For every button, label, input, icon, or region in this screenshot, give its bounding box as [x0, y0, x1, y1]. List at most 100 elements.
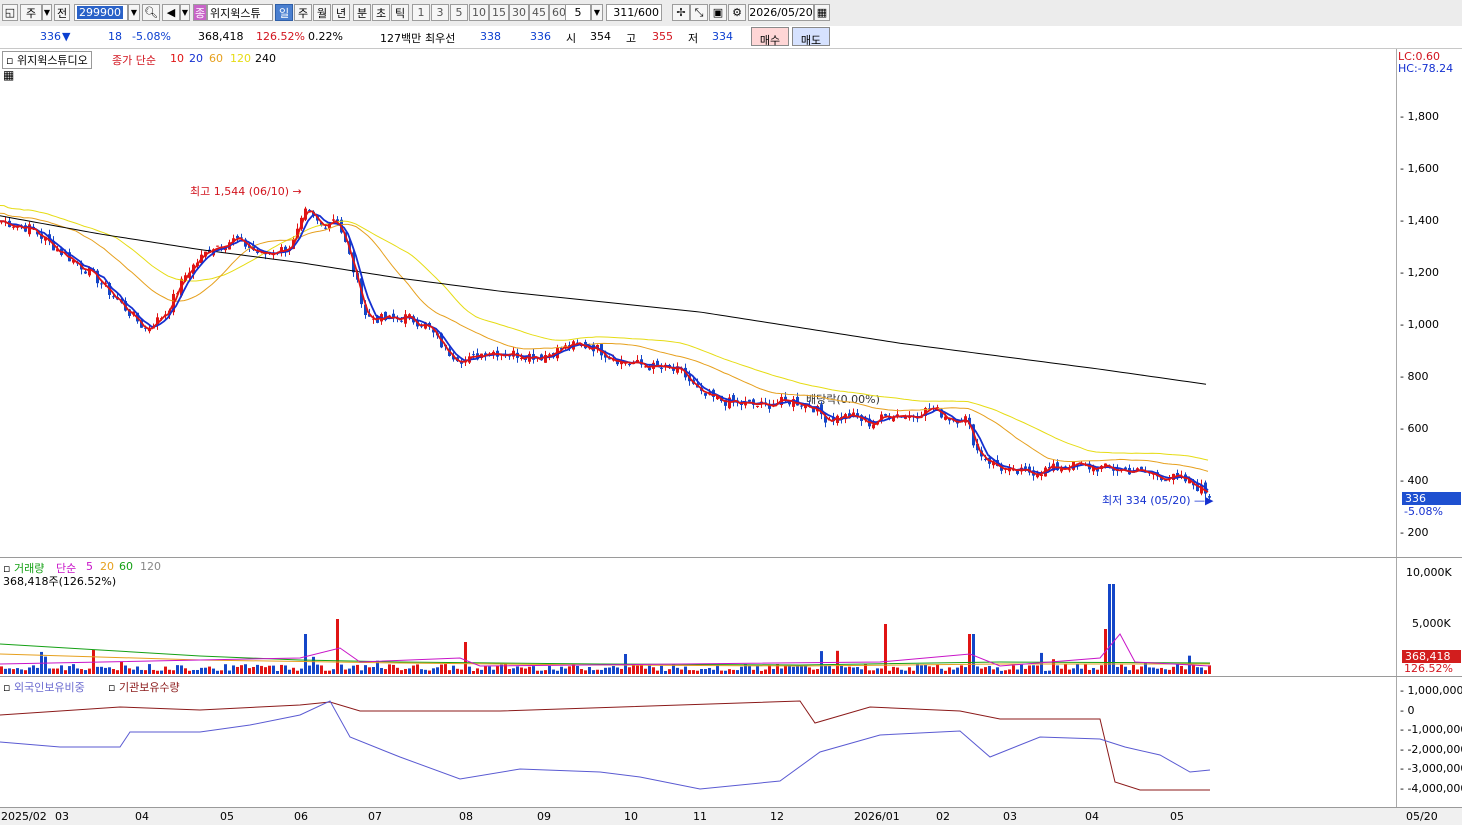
open-label: 시 — [566, 32, 577, 45]
volume-bar — [176, 665, 179, 674]
buy-button[interactable]: 매수 — [751, 27, 789, 47]
date-input[interactable]: 2026/05/20 — [748, 4, 814, 21]
volume-bar — [260, 665, 263, 674]
holding-tick-label: - 0 — [1400, 703, 1415, 717]
month-label: 10 — [624, 810, 638, 823]
volume-bar — [224, 664, 227, 674]
chevron-down-icon[interactable]: ▼ — [180, 4, 190, 21]
count-select[interactable]: 5 — [565, 4, 591, 21]
axis-date-label: 05/20 — [1406, 810, 1438, 823]
candle-body — [148, 329, 151, 332]
volume-bar — [904, 670, 907, 674]
crosshair-icon[interactable]: ⤡ — [690, 4, 708, 21]
period-year-button[interactable]: 년 — [332, 4, 350, 21]
volume-bar — [852, 667, 855, 674]
candle-body — [28, 224, 31, 235]
period-type-select[interactable]: 주 — [20, 4, 42, 21]
holding-chart[interactable] — [0, 677, 1396, 807]
volume-bar — [1116, 666, 1119, 674]
period-tick-button[interactable]: 틱 — [391, 4, 409, 21]
stock-name[interactable]: 위지윅스튜 — [207, 4, 273, 21]
holding-tick-label: - -4,000,000 — [1400, 781, 1462, 795]
volume-bar — [1036, 665, 1039, 674]
volume-bar — [1156, 668, 1159, 674]
calendar-icon[interactable]: ▦ — [814, 4, 830, 21]
window-icon[interactable]: ◱ — [2, 4, 18, 21]
volume-bar — [52, 668, 55, 674]
period-week-button[interactable]: 주 — [294, 4, 312, 21]
volume-bar — [788, 665, 791, 674]
page-count-input[interactable]: 311/600 — [606, 4, 662, 21]
interval-5-button[interactable]: 5 — [450, 4, 468, 21]
volume-bar — [552, 669, 555, 674]
tools-icon[interactable]: ✢ — [672, 4, 690, 21]
prev-button[interactable]: 전 — [54, 4, 70, 21]
chevron-down-icon[interactable]: ▼ — [42, 4, 52, 21]
volume-bar — [240, 665, 243, 674]
month-label: 09 — [537, 810, 551, 823]
search-icon[interactable]: 🔍︎ — [142, 4, 160, 21]
current-pct-tag: -5.08% — [1404, 505, 1443, 518]
period-minute-button[interactable]: 분 — [353, 4, 371, 21]
save-icon[interactable]: ▣ — [709, 4, 727, 21]
candle-body — [1208, 496, 1211, 498]
sell-button[interactable]: 매도 — [792, 27, 830, 47]
volume-bar — [752, 669, 755, 674]
volume-bar — [408, 668, 411, 674]
price-tick-label: - 1,000 — [1400, 318, 1439, 331]
volume-bar — [1024, 668, 1027, 674]
period-second-button[interactable]: 초 — [372, 4, 390, 21]
candle-body — [400, 320, 403, 322]
interval-3-button[interactable]: 3 — [431, 4, 449, 21]
volume-bar — [600, 669, 603, 674]
volume-bar — [308, 665, 311, 674]
volume-bar — [908, 667, 911, 674]
month-label: 03 — [1003, 810, 1017, 823]
amount-value: 127백만 — [380, 32, 422, 45]
volume-bar — [384, 669, 387, 674]
volume-bar — [644, 668, 647, 674]
volume-bar — [288, 669, 291, 674]
volume-chart[interactable] — [0, 558, 1396, 676]
volume-bar — [680, 669, 683, 674]
volume-bar — [584, 670, 587, 674]
candle-body — [332, 219, 335, 221]
volume-bar — [268, 665, 271, 674]
period-day-button[interactable]: 일 — [275, 4, 293, 21]
volume-bar — [16, 668, 19, 674]
interval-1-button[interactable]: 1 — [412, 4, 430, 21]
volume-bar — [380, 668, 383, 674]
volume-bar — [56, 668, 59, 674]
volume-bar — [812, 669, 815, 674]
volume-bar — [1080, 668, 1083, 674]
month-label: 2025/02 — [1, 810, 47, 823]
chevron-down-icon[interactable]: ▼ — [591, 4, 603, 21]
price-tick-label: - 1,600 — [1400, 162, 1439, 175]
candle-body — [84, 271, 87, 274]
volume-bar — [496, 665, 499, 674]
volume-bar — [252, 666, 255, 674]
price-tick-label: - 400 — [1400, 474, 1429, 487]
open-value: 354 — [590, 30, 611, 43]
volume-bar — [1028, 665, 1031, 674]
volume-bar — [188, 670, 191, 674]
code-input[interactable]: 299900 — [74, 4, 128, 21]
volume-bar — [676, 667, 679, 674]
price-chart[interactable] — [0, 49, 1396, 557]
price-tick-label: - 1,400 — [1400, 214, 1439, 227]
interval-45-button[interactable]: 45 — [529, 4, 549, 21]
speaker-icon[interactable]: ◀︎ — [162, 4, 180, 21]
period-month-button[interactable]: 월 — [313, 4, 331, 21]
volume-bar — [316, 664, 319, 674]
ma-10-line — [0, 210, 1209, 493]
interval-10-button[interactable]: 10 — [469, 4, 489, 21]
volume-bar — [348, 668, 351, 674]
chevron-down-icon[interactable]: ▼ — [128, 4, 140, 21]
gear-icon[interactable]: ⚙ — [728, 4, 746, 21]
volume-bar — [264, 667, 267, 674]
volume-bar — [296, 670, 299, 674]
volume-bar — [1196, 667, 1199, 674]
volume-bar — [436, 667, 439, 674]
interval-30-button[interactable]: 30 — [509, 4, 529, 21]
interval-15-button[interactable]: 15 — [489, 4, 509, 21]
